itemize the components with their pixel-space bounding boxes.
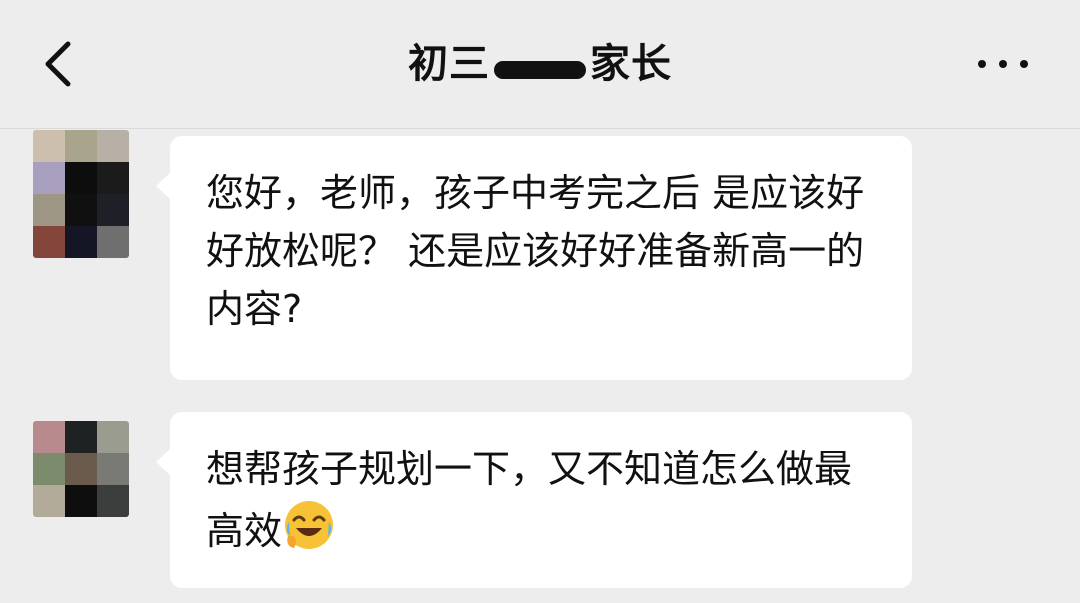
avatar-pixel [97, 453, 129, 485]
avatar-pixel [97, 162, 129, 194]
message-bubble[interactable]: 想帮孩子规划一下，又不知道怎么做最高效 [156, 412, 912, 588]
avatar-pixel [65, 194, 97, 226]
avatar-pixel [97, 194, 129, 226]
avatar-pixel [65, 485, 97, 517]
avatar-pixel [33, 421, 65, 453]
chat-header: 初三 家长 [0, 0, 1080, 129]
avatar-pixel [65, 226, 97, 258]
avatar-pixel [97, 421, 129, 453]
avatar-pixel [33, 194, 65, 226]
avatar-pixel [33, 162, 65, 194]
avatar-pixel [65, 162, 97, 194]
avatar-pixel [65, 453, 97, 485]
chat-title: 初三 家长 [0, 38, 1080, 90]
avatar-pixel [33, 130, 65, 162]
avatar[interactable] [33, 421, 129, 517]
avatar-pixel [65, 130, 97, 162]
chat-title-suffix: 家长 [590, 41, 672, 87]
avatar-pixel [97, 226, 129, 258]
avatar-pixel [33, 226, 65, 258]
avatar-pixel [65, 421, 97, 453]
avatar-pixel [33, 485, 65, 517]
avatar-pixel [33, 453, 65, 485]
redacted-name-mark [494, 61, 586, 79]
chat-title-prefix: 初三 [408, 41, 490, 87]
avatar-pixel [97, 485, 129, 517]
avatar[interactable] [33, 130, 129, 258]
avatar-pixel [97, 130, 129, 162]
laughing-crying-face-emoji [282, 498, 336, 552]
more-options-button[interactable] [972, 50, 1034, 78]
message-text: 您好，老师，孩子中考完之后 是应该好好放松呢？ 还是应该好好准备新高一的内容? [206, 171, 865, 331]
message-bubble[interactable]: 您好，老师，孩子中考完之后 是应该好好放松呢？ 还是应该好好准备新高一的内容? [156, 136, 912, 380]
